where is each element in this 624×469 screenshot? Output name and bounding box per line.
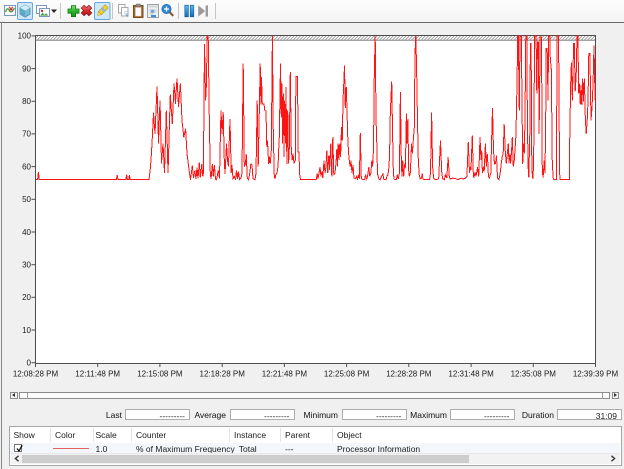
svg-text:80: 80 [22,97,31,106]
svg-text:30: 30 [22,261,31,270]
svg-text:12:39:39 PM: 12:39:39 PM [573,370,619,379]
svg-text:70: 70 [22,130,31,139]
svg-text:12:28:28 PM: 12:28:28 PM [386,370,432,379]
svg-text:12:31:48 PM: 12:31:48 PM [448,370,494,379]
svg-text:12:08:28 PM: 12:08:28 PM [13,370,59,379]
svg-text:0: 0 [27,359,32,368]
svg-text:50: 50 [22,195,31,204]
svg-text:12:11:48 PM: 12:11:48 PM [75,370,120,379]
svg-text:12:25:08 PM: 12:25:08 PM [324,370,370,379]
svg-text:12:21:48 PM: 12:21:48 PM [262,370,308,379]
svg-text:10: 10 [22,326,31,335]
svg-text:12:15:08 PM: 12:15:08 PM [137,370,183,379]
svg-text:20: 20 [22,293,31,302]
svg-text:60: 60 [22,162,31,171]
svg-text:12:35:08 PM: 12:35:08 PM [511,370,557,379]
svg-text:40: 40 [22,228,31,237]
svg-text:12:18:28 PM: 12:18:28 PM [200,370,246,379]
svg-text:100: 100 [18,32,32,41]
svg-text:90: 90 [22,64,31,73]
